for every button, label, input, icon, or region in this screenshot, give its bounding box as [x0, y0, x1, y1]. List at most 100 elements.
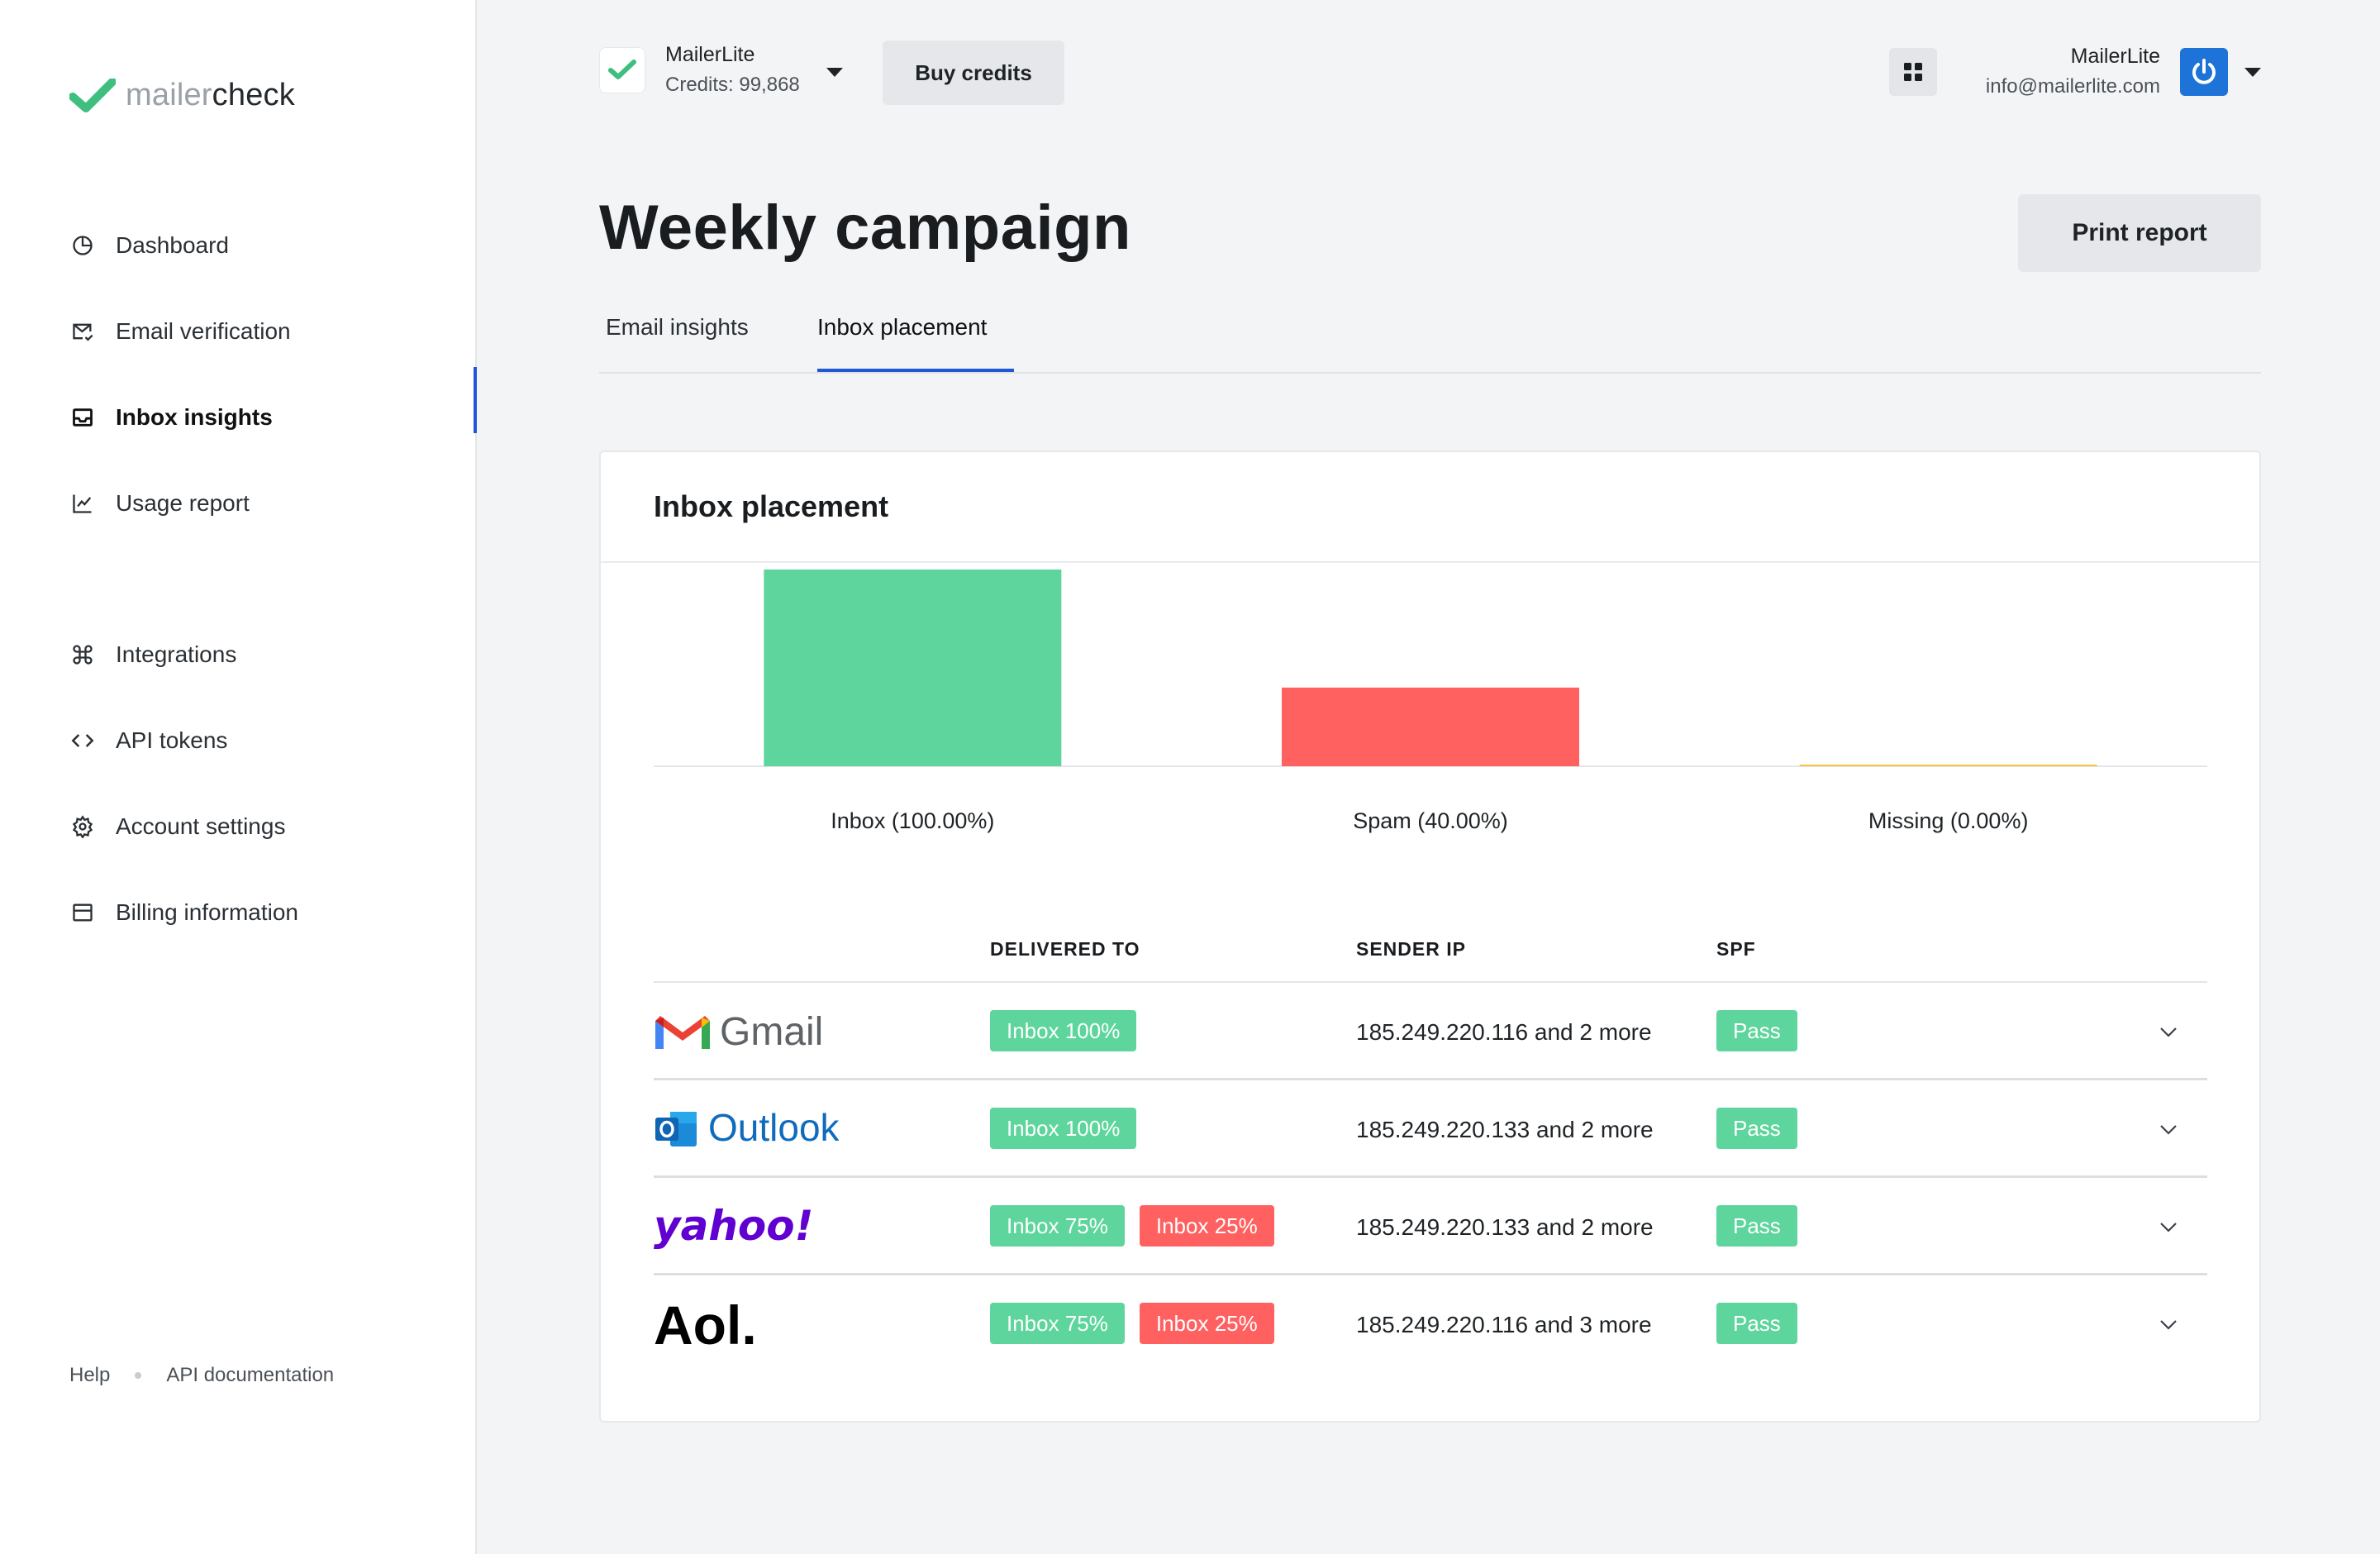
account-logo — [599, 46, 645, 93]
chart-bar-label: Missing (0.00%) — [1868, 808, 2029, 833]
chevron-down-icon[interactable] — [2156, 1214, 2181, 1239]
chevron-down-icon[interactable] — [2156, 1117, 2181, 1142]
account-info: MailerLite Credits: 99,868 — [665, 43, 800, 97]
chevron-down-icon[interactable] — [2156, 1019, 2181, 1044]
svg-text:Aol.: Aol. — [654, 1298, 757, 1351]
command-icon — [69, 641, 96, 668]
sidebar-item-usage-report[interactable]: Usage report — [69, 460, 291, 546]
chevron-down-icon[interactable] — [2156, 1312, 2181, 1337]
spf-badge: Pass — [1716, 1303, 1797, 1344]
avatar[interactable] — [2180, 48, 2228, 96]
user-info: MailerLite info@mailerlite.com — [1986, 45, 2160, 98]
apps-grid-button[interactable] — [1889, 48, 1937, 96]
mailercheck-logo[interactable]: mailercheck — [69, 78, 295, 113]
credits-count: Credits: 99,868 — [665, 74, 800, 96]
tab-bar: Email insights Inbox placement — [599, 306, 2261, 374]
sidebar-item-label: Email verification — [116, 318, 291, 344]
sidebar-footer: Help API documentation — [69, 1364, 334, 1387]
active-tab-underline — [817, 369, 1014, 372]
buy-credits-button[interactable]: Buy credits — [883, 41, 1064, 105]
aol-wordmark: Aol. — [654, 1298, 757, 1351]
sidebar-item-billing-information[interactable]: Billing information — [69, 870, 298, 956]
grid-icon — [1904, 63, 1922, 81]
delivered-badges: Inbox 100% — [990, 1108, 1151, 1149]
status-badge: Inbox 100% — [990, 1108, 1137, 1149]
sender-ip: 185.249.220.116 and 3 more — [1356, 1312, 1652, 1337]
status-badge: Inbox 25% — [1139, 1205, 1274, 1247]
card-title: Inbox placement — [654, 489, 889, 523]
chart-bar-label: Inbox (100.00%) — [831, 808, 995, 833]
sidebar-item-label: Integrations — [116, 641, 237, 667]
account-name: MailerLite — [665, 43, 755, 66]
account-switcher[interactable]: MailerLite Credits: 99,868 — [599, 43, 800, 97]
column-sender-ip: SENDER IP — [1356, 938, 1466, 960]
card-header: Inbox placement — [601, 452, 2259, 563]
sidebar: mailercheck Dashboard Email verification… — [0, 0, 477, 1554]
check-logo-icon — [69, 78, 116, 112]
code-icon — [69, 727, 96, 754]
status-badge: Inbox 25% — [1139, 1303, 1274, 1344]
sidebar-item-inbox-insights[interactable]: Inbox insights — [69, 374, 291, 460]
chart-bar — [1799, 765, 2097, 766]
spf-badge: Pass — [1716, 1010, 1797, 1051]
gmail-wordmark: Gmail — [720, 1010, 823, 1054]
status-badge: Inbox 75% — [990, 1205, 1125, 1247]
status-badge: Inbox 75% — [990, 1303, 1125, 1344]
separator-dot — [135, 1372, 142, 1379]
account-caret-down-icon[interactable] — [826, 68, 843, 77]
card-icon — [69, 899, 96, 926]
status-badge: Inbox 100% — [990, 1010, 1137, 1051]
sidebar-item-account-settings[interactable]: Account settings — [69, 784, 298, 870]
yahoo-wordmark: yahoo! — [654, 1202, 811, 1250]
sidebar-item-label: Inbox insights — [116, 404, 273, 430]
table-header: DELIVERED TO SENDER IP SPF — [654, 915, 2207, 983]
primary-nav: Dashboard Email verification Inbox insig… — [69, 203, 291, 546]
help-link[interactable]: Help — [69, 1364, 110, 1387]
gmail-icon — [655, 1016, 710, 1049]
svg-text:Outlook: Outlook — [708, 1106, 839, 1149]
gmail-logo: Gmail — [654, 1006, 835, 1057]
power-icon — [2192, 59, 2216, 84]
table-row[interactable]: Outlook Inbox 100% 185.249.220.133 and 2… — [654, 1080, 2207, 1178]
table-row[interactable]: Aol. Inbox 75% Inbox 25% 185.249.220.116… — [654, 1275, 2207, 1373]
chart-bar — [764, 570, 1062, 766]
table-row[interactable]: Gmail Inbox 100% 185.249.220.116 and 2 m… — [654, 983, 2207, 1080]
user-caret-down-icon[interactable] — [2244, 68, 2261, 77]
api-documentation-link[interactable]: API documentation — [166, 1364, 334, 1387]
outlook-logo: Outlook — [654, 1104, 839, 1155]
sidebar-item-api-tokens[interactable]: API tokens — [69, 698, 298, 784]
column-spf: SPF — [1716, 938, 1756, 960]
line-chart-icon — [69, 490, 96, 517]
delivered-badges: Inbox 75% Inbox 25% — [990, 1303, 1289, 1344]
sidebar-item-label: Usage report — [116, 490, 250, 516]
yahoo-logo: yahoo! — [654, 1201, 811, 1252]
delivered-badges: Inbox 100% — [990, 1010, 1151, 1051]
check-logo-icon — [608, 59, 636, 79]
table-row[interactable]: yahoo! Inbox 75% Inbox 25% 185.249.220.1… — [654, 1178, 2207, 1275]
outlook-wordmark: Outlook — [708, 1106, 839, 1149]
sidebar-item-dashboard[interactable]: Dashboard — [69, 203, 291, 288]
tab-email-insights[interactable]: Email insights — [606, 314, 749, 369]
sender-ip: 185.249.220.133 and 2 more — [1356, 1214, 1654, 1240]
placement-table: DELIVERED TO SENDER IP SPF Gmail Inbox 1… — [654, 915, 2207, 1373]
gear-icon — [69, 813, 96, 840]
sidebar-item-label: API tokens — [116, 727, 228, 753]
inbox-placement-card: Inbox placement Inbox (100.00%) Spam (40.… — [599, 450, 2261, 1423]
sidebar-item-label: Billing information — [116, 899, 298, 925]
pie-chart-icon — [69, 232, 96, 259]
spf-badge: Pass — [1716, 1108, 1797, 1149]
aol-logo: Aol. — [654, 1298, 769, 1351]
sidebar-item-label: Dashboard — [116, 232, 229, 258]
sender-ip: 185.249.220.116 and 2 more — [1356, 1019, 1652, 1045]
user-email: info@mailerlite.com — [1985, 75, 2160, 98]
sidebar-item-integrations[interactable]: Integrations — [69, 612, 298, 698]
page-title: Weekly campaign — [599, 193, 1131, 263]
sender-ip: 185.249.220.133 and 2 more — [1356, 1117, 1654, 1142]
print-report-button[interactable]: Print report — [2018, 194, 2261, 272]
logo-text: mailercheck — [126, 78, 295, 112]
outlook-icon — [655, 1112, 697, 1146]
active-indicator — [474, 367, 477, 433]
sidebar-item-email-verification[interactable]: Email verification — [69, 288, 291, 374]
tab-inbox-placement[interactable]: Inbox placement — [817, 314, 987, 369]
mail-check-icon — [69, 318, 96, 345]
